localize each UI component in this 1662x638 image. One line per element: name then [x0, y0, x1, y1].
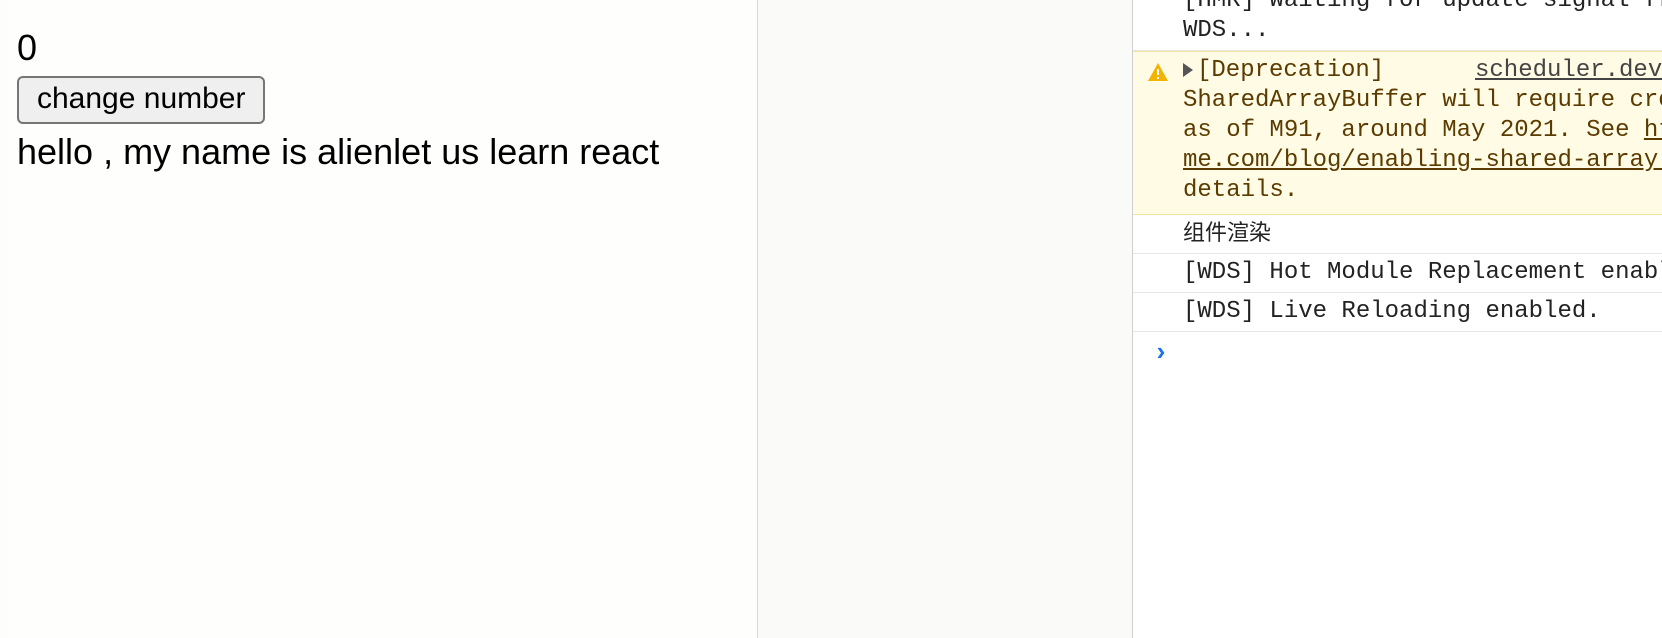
blank-area [758, 0, 1132, 638]
warning-line-2: SharedArrayBuffer will require cro [1183, 87, 1662, 114]
warning-line-3: as of M91, around May 2021. See [1183, 117, 1644, 144]
counter-value: 0 [17, 27, 38, 68]
expand-arrow-icon[interactable] [1183, 62, 1193, 77]
warning-docs-link-cont[interactable]: me.com/blog/enabling-shared-array- [1183, 146, 1662, 176]
console-log-hmr: [HMR] Waiting for update signal from WDS… [1133, 0, 1662, 51]
console-prompt-icon: › [1153, 338, 1169, 368]
change-number-button[interactable]: change number [17, 76, 266, 124]
console-log-render: 组件渲染 [1133, 215, 1662, 254]
console-log-live-reload: [WDS] Live Reloading enabled. [1133, 293, 1662, 332]
greeting-text: hello , my name is alienlet us learn rea… [17, 131, 660, 172]
app-content: 0 change number hello , my name is alien… [17, 26, 659, 174]
warning-docs-link[interactable]: ht [1644, 117, 1662, 144]
warning-line-5: details. [1183, 177, 1299, 204]
app-frame: 0 change number hello , my name is alien… [8, 0, 758, 638]
hmr-line-2: WDS... [1183, 17, 1270, 44]
warning-icon [1148, 63, 1168, 81]
warning-label: [Deprecation] [1197, 57, 1385, 84]
hmr-line-1: [HMR] Waiting for update signal from [1183, 0, 1662, 14]
console-warning[interactable]: [Deprecation] scheduler.dev SharedArrayB… [1133, 51, 1662, 215]
console-prompt[interactable]: › [1133, 332, 1662, 374]
console-log-hmr-enabled: [WDS] Hot Module Replacement enabl [1133, 254, 1662, 293]
warning-source-link[interactable]: scheduler.dev [1475, 56, 1662, 86]
devtools-console: [HMR] Waiting for update signal from WDS… [1132, 0, 1662, 638]
